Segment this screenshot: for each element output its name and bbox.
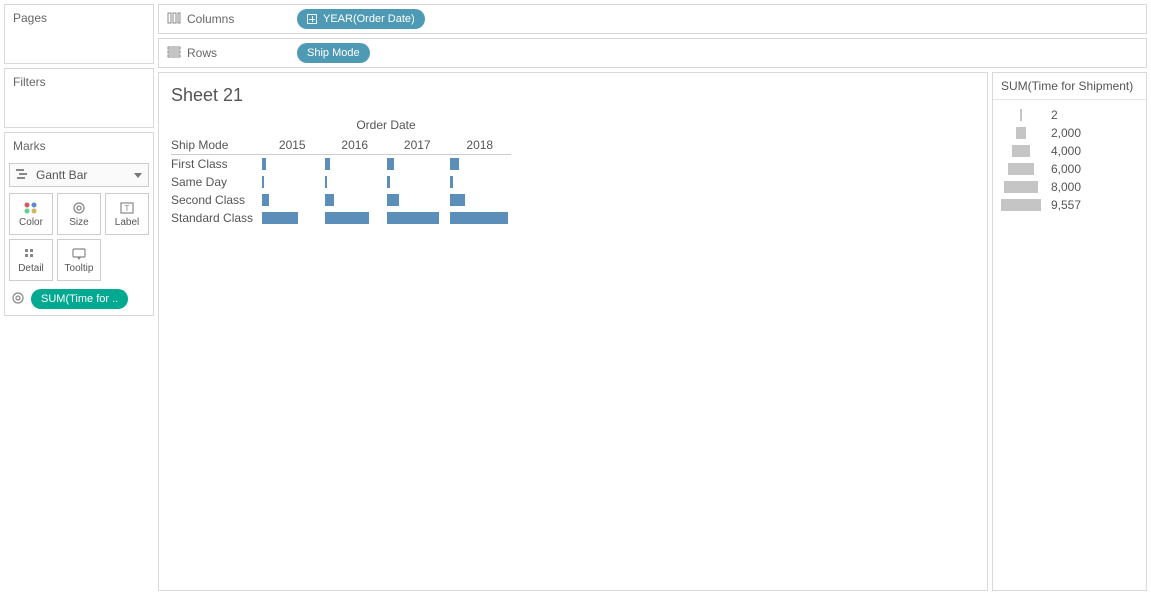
color-button[interactable]: Color [9, 193, 53, 235]
rows-shelf[interactable]: Rows Ship Mode [158, 38, 1147, 68]
detail-button[interactable]: Detail [9, 239, 53, 281]
legend-label: 2 [1051, 108, 1058, 122]
legend-label: 4,000 [1051, 144, 1081, 158]
legend-swatch [1001, 127, 1041, 139]
legend-label: 2,000 [1051, 126, 1081, 140]
rows-label: Rows [187, 46, 217, 60]
size-shelf-icon [11, 292, 25, 307]
size-shelf-pill[interactable]: SUM(Time for .. [31, 289, 128, 309]
rows-pill-label: Ship Mode [307, 47, 360, 59]
chart-mark[interactable] [261, 194, 324, 206]
columns-icon [167, 12, 181, 27]
marks-label: Marks [5, 133, 153, 159]
columns-pill-label: YEAR(Order Date) [323, 13, 415, 25]
row-label[interactable]: First Class [171, 157, 261, 171]
color-icon [23, 201, 39, 215]
chart-mark[interactable] [386, 176, 449, 188]
mark-type-label: Gantt Bar [36, 168, 87, 182]
detail-button-label: Detail [18, 263, 44, 274]
sheet-title[interactable]: Sheet 21 [171, 85, 975, 106]
columns-pill-year[interactable]: YEAR(Order Date) [297, 9, 425, 29]
marks-buttons-grid: Color Size T Label [9, 193, 149, 281]
pages-panel: Pages [4, 4, 154, 64]
chart-mark[interactable] [324, 212, 387, 224]
color-button-label: Color [19, 217, 43, 228]
row-label[interactable]: Standard Class [171, 211, 261, 225]
size-button[interactable]: Size [57, 193, 101, 235]
tooltip-button-label: Tooltip [65, 263, 94, 274]
legend-label: 6,000 [1051, 162, 1081, 176]
row-header-label: Ship Mode [171, 138, 261, 152]
row-label[interactable]: Second Class [171, 193, 261, 207]
columns-label: Columns [187, 12, 234, 26]
legend-label: 8,000 [1051, 180, 1081, 194]
chart-mark[interactable] [449, 194, 512, 206]
legend-item[interactable]: 4,000 [1001, 142, 1138, 160]
chart-header-row: Ship Mode2015201620172018 [171, 136, 511, 155]
marks-panel: Marks Gantt Bar [4, 132, 154, 316]
mark-type-dropdown[interactable]: Gantt Bar [9, 163, 149, 187]
column-header[interactable]: 2017 [386, 138, 449, 152]
chart-row: First Class [171, 155, 511, 173]
legend-swatch [1001, 145, 1041, 157]
chart: Order Date Ship Mode2015201620172018 Firs… [171, 118, 511, 227]
legend-swatch [1001, 109, 1041, 121]
chart-mark[interactable] [261, 158, 324, 170]
legend-swatch [1001, 163, 1041, 175]
legend-item[interactable]: 9,557 [1001, 196, 1138, 214]
column-axis-title: Order Date [171, 118, 511, 132]
chart-mark[interactable] [449, 158, 512, 170]
size-shelf-row: SUM(Time for .. [9, 287, 149, 311]
chart-mark[interactable] [386, 194, 449, 206]
viz-panel: Sheet 21 Order Date Ship Mode20152016201… [158, 72, 988, 591]
legend-item[interactable]: 8,000 [1001, 178, 1138, 196]
column-header[interactable]: 2016 [324, 138, 387, 152]
tooltip-button[interactable]: Tooltip [57, 239, 101, 281]
chart-mark[interactable] [324, 176, 387, 188]
rows-pill-shipmode[interactable]: Ship Mode [297, 43, 370, 63]
chart-mark[interactable] [449, 176, 512, 188]
chart-mark[interactable] [324, 194, 387, 206]
chart-row: Second Class [171, 191, 511, 209]
pages-label: Pages [5, 5, 153, 31]
size-icon [71, 201, 87, 215]
legend-swatch [1001, 181, 1041, 193]
filters-panel: Filters [4, 68, 154, 128]
chart-row: Standard Class [171, 209, 511, 227]
chart-mark[interactable] [386, 158, 449, 170]
rows-icon [167, 46, 181, 61]
legend-item[interactable]: 2,000 [1001, 124, 1138, 142]
columns-shelf[interactable]: Columns YEAR(Order Date) [158, 4, 1147, 34]
legend-item[interactable]: 2 [1001, 106, 1138, 124]
label-icon: T [119, 201, 135, 215]
chart-mark[interactable] [261, 212, 324, 224]
size-legend-panel: SUM(Time for Shipment) 2 2,000 4,000 6,000 8… [992, 72, 1147, 591]
expand-icon [307, 14, 317, 24]
chart-mark[interactable] [324, 158, 387, 170]
legend-item[interactable]: 6,000 [1001, 160, 1138, 178]
label-button-label: Label [115, 217, 139, 228]
legend-swatch [1001, 199, 1041, 211]
filters-label: Filters [5, 69, 153, 95]
size-legend-title: SUM(Time for Shipment) [993, 73, 1146, 100]
tooltip-icon [71, 247, 87, 261]
size-shelf-pill-label: SUM(Time for .. [41, 293, 118, 305]
column-header[interactable]: 2018 [449, 138, 512, 152]
legend-label: 9,557 [1051, 198, 1081, 212]
chart-row: Same Day [171, 173, 511, 191]
chevron-down-icon [134, 173, 142, 178]
chart-mark[interactable] [386, 212, 449, 224]
svg-text:T: T [125, 204, 130, 213]
gantt-bar-icon [16, 168, 30, 182]
row-label[interactable]: Same Day [171, 175, 261, 189]
label-button[interactable]: T Label [105, 193, 149, 235]
size-button-label: Size [69, 217, 88, 228]
detail-icon [23, 247, 39, 261]
chart-mark[interactable] [261, 176, 324, 188]
column-header[interactable]: 2015 [261, 138, 324, 152]
chart-mark[interactable] [449, 212, 512, 224]
